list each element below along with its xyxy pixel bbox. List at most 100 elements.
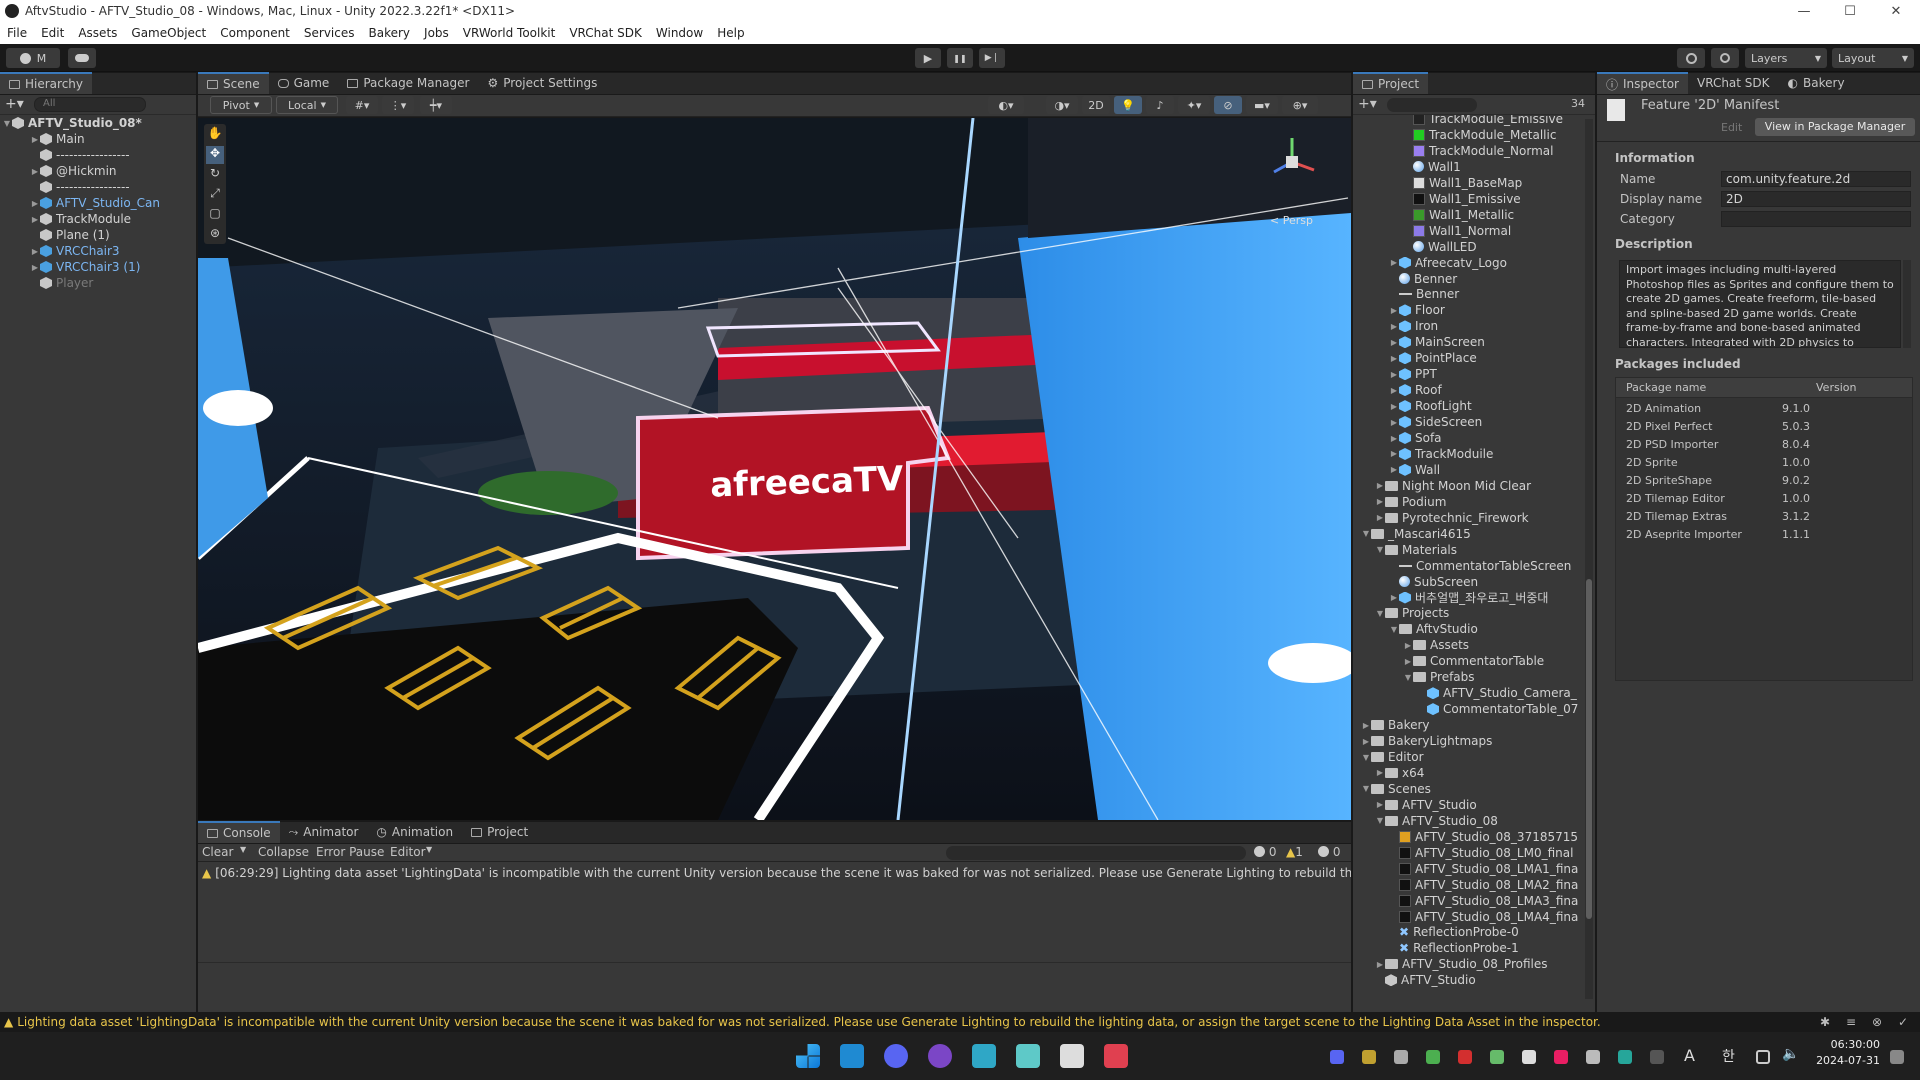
tray-app-icon[interactable]: [1458, 1050, 1472, 1064]
project-item[interactable]: ▶ Wall: [1389, 462, 1585, 478]
project-item[interactable]: ▶ Floor: [1389, 302, 1585, 318]
hierarchy-search-input[interactable]: All: [34, 97, 146, 112]
github-desktop-icon[interactable]: [928, 1044, 952, 1068]
menu-jobs[interactable]: Jobs: [417, 26, 456, 40]
expand-arrow-icon[interactable]: ▶: [1361, 721, 1371, 730]
step-button[interactable]: ▶❘: [979, 48, 1005, 68]
hierarchy-item[interactable]: -----------------: [30, 147, 210, 163]
project-item[interactable]: AFTV_Studio: [1375, 972, 1585, 988]
progress-icon[interactable]: ≡: [1846, 1015, 1856, 1029]
expand-arrow-icon[interactable]: ▶: [1389, 258, 1399, 267]
hand-tool-icon[interactable]: ✋: [206, 126, 224, 144]
menu-gameobject[interactable]: GameObject: [124, 26, 213, 40]
project-item[interactable]: ▶ Bakery: [1361, 717, 1585, 733]
expand-arrow-icon[interactable]: ▶: [1389, 386, 1399, 395]
project-item[interactable]: ▼ Scenes: [1361, 781, 1585, 797]
project-item[interactable]: ▶ Night Moon Mid Clear: [1375, 478, 1585, 494]
project-item[interactable]: TrackModule_Normal: [1403, 143, 1585, 159]
expand-arrow-icon[interactable]: ▶: [30, 263, 40, 272]
project-item[interactable]: CommentatorTableScreen: [1389, 558, 1585, 574]
project-item[interactable]: ▶ Afreecatv_Logo: [1389, 255, 1585, 271]
play-tray-icon[interactable]: [1426, 1050, 1440, 1064]
expand-arrow-icon[interactable]: ▼: [1361, 753, 1371, 762]
expand-arrow-icon[interactable]: ▶: [1375, 497, 1385, 506]
tab-animation[interactable]: ◷ Animation: [367, 821, 462, 843]
project-item[interactable]: TrackModule_Metallic: [1403, 127, 1585, 143]
clock-time[interactable]: 06:30:00: [1830, 1038, 1880, 1051]
project-item[interactable]: ▼ Projects: [1375, 605, 1585, 621]
gizmos-dropdown[interactable]: ⊕▾: [1282, 96, 1318, 114]
project-item[interactable]: ▶ SideScreen: [1389, 414, 1585, 430]
add-asset-button[interactable]: +▾: [1358, 96, 1377, 112]
scrollbar-thumb[interactable]: [1586, 579, 1592, 919]
menu-edit[interactable]: Edit: [34, 26, 71, 40]
tab-game[interactable]: Game: [269, 72, 339, 94]
description-textarea[interactable]: Import images including multi-layered Ph…: [1619, 260, 1901, 348]
tray-app-icon[interactable]: [1394, 1050, 1408, 1064]
hierarchy-item[interactable]: -----------------: [30, 179, 210, 195]
warning-count-badge[interactable]: ▲1: [1286, 845, 1303, 859]
expand-arrow-icon[interactable]: ▼: [1375, 609, 1385, 618]
project-item[interactable]: Benner: [1389, 286, 1585, 302]
project-item[interactable]: ▼ _Mascari4615: [1361, 526, 1585, 542]
project-item[interactable]: ▼ Editor: [1361, 749, 1585, 765]
audio-toggle[interactable]: ♪: [1146, 96, 1174, 114]
project-item[interactable]: ▶ PointPlace: [1389, 350, 1585, 366]
expand-arrow-icon[interactable]: ▶: [1389, 402, 1399, 411]
maximize-button[interactable]: ☐: [1827, 0, 1873, 22]
name-field[interactable]: com.unity.feature.2d: [1721, 171, 1911, 187]
project-item[interactable]: ▼ AFTV_Studio_08: [1375, 813, 1585, 829]
transform-tool-icon[interactable]: ⊛: [206, 226, 224, 244]
add-button[interactable]: +▾: [5, 96, 24, 112]
tab-hierarchy[interactable]: Hierarchy: [0, 72, 93, 94]
move-tool-icon[interactable]: ✥: [206, 146, 224, 164]
grid-snap-button[interactable]: #▾: [346, 96, 378, 114]
category-field[interactable]: [1721, 211, 1911, 227]
layout-dropdown[interactable]: Layout ▼: [1832, 48, 1914, 68]
nvidia-tray-icon[interactable]: [1490, 1050, 1504, 1064]
expand-arrow-icon[interactable]: ▶: [1389, 370, 1399, 379]
effects-dropdown[interactable]: ✦▾: [1178, 96, 1210, 114]
hierarchy-item[interactable]: Plane (1): [30, 227, 210, 243]
scale-tool-icon[interactable]: ⤢: [206, 186, 224, 204]
clear-button[interactable]: Clear: [202, 845, 233, 859]
project-item[interactable]: AFTV_Studio_08_LMA3_fina: [1389, 893, 1585, 909]
project-item[interactable]: Wall1_BaseMap: [1403, 175, 1585, 191]
project-item[interactable]: ▼ AftvStudio: [1389, 621, 1585, 637]
hidden-objects-toggle[interactable]: ⊘: [1214, 96, 1242, 114]
description-scrollbar[interactable]: [1903, 260, 1911, 348]
project-item[interactable]: ▶ TrackModuile: [1389, 446, 1585, 462]
ruler-button[interactable]: ┿▾: [420, 96, 452, 114]
volume-icon[interactable]: 🔈: [1782, 1046, 1799, 1062]
error-count-badge[interactable]: 0: [1318, 845, 1340, 859]
bird-app-icon[interactable]: [1016, 1044, 1040, 1068]
menu-services[interactable]: Services: [297, 26, 362, 40]
close-button[interactable]: ✕: [1873, 0, 1919, 22]
account-dropdown[interactable]: M: [6, 48, 60, 68]
expand-arrow-icon[interactable]: ▶: [1389, 306, 1399, 315]
hierarchy-item[interactable]: ▶ AFTV_Studio_Can: [30, 195, 210, 211]
debug-icon[interactable]: ⊗: [1872, 1015, 1882, 1029]
project-item[interactable]: ▼ Prefabs: [1403, 669, 1585, 685]
console-log-entry[interactable]: ▲ [06:29:29] Lighting data asset 'Lighti…: [198, 864, 1351, 882]
expand-arrow-icon[interactable]: ▶: [1403, 641, 1413, 650]
menu-file[interactable]: File: [0, 26, 34, 40]
project-item[interactable]: WallLED: [1403, 239, 1585, 255]
console-search-input[interactable]: [946, 846, 1246, 860]
hierarchy-item[interactable]: ▶ @Hickmin: [30, 163, 210, 179]
project-item[interactable]: AFTV_Studio_08_LMA2_fina: [1389, 877, 1585, 893]
hierarchy-item[interactable]: ▶ VRCChair3 (1): [30, 259, 210, 275]
project-item[interactable]: ▼ Materials: [1375, 542, 1585, 558]
cloud-button[interactable]: [68, 48, 96, 68]
tab-console[interactable]: Console: [198, 821, 280, 843]
tab-project-bottom[interactable]: Project: [462, 821, 537, 843]
pause-button[interactable]: ❚❚: [947, 48, 973, 68]
2d-toggle[interactable]: 2D: [1082, 96, 1110, 114]
search-button[interactable]: [1711, 48, 1739, 68]
expand-arrow-icon[interactable]: ▶: [1375, 768, 1385, 777]
tab-vrchat-sdk[interactable]: VRChat SDK: [1688, 72, 1779, 94]
project-item[interactable]: ▶ Assets: [1403, 637, 1585, 653]
project-item[interactable]: ▶ 버추얼맵_좌우로고_버중대: [1389, 590, 1585, 606]
language-indicator[interactable]: 한: [1722, 1046, 1735, 1066]
expand-arrow-icon[interactable]: ▶: [30, 247, 40, 256]
